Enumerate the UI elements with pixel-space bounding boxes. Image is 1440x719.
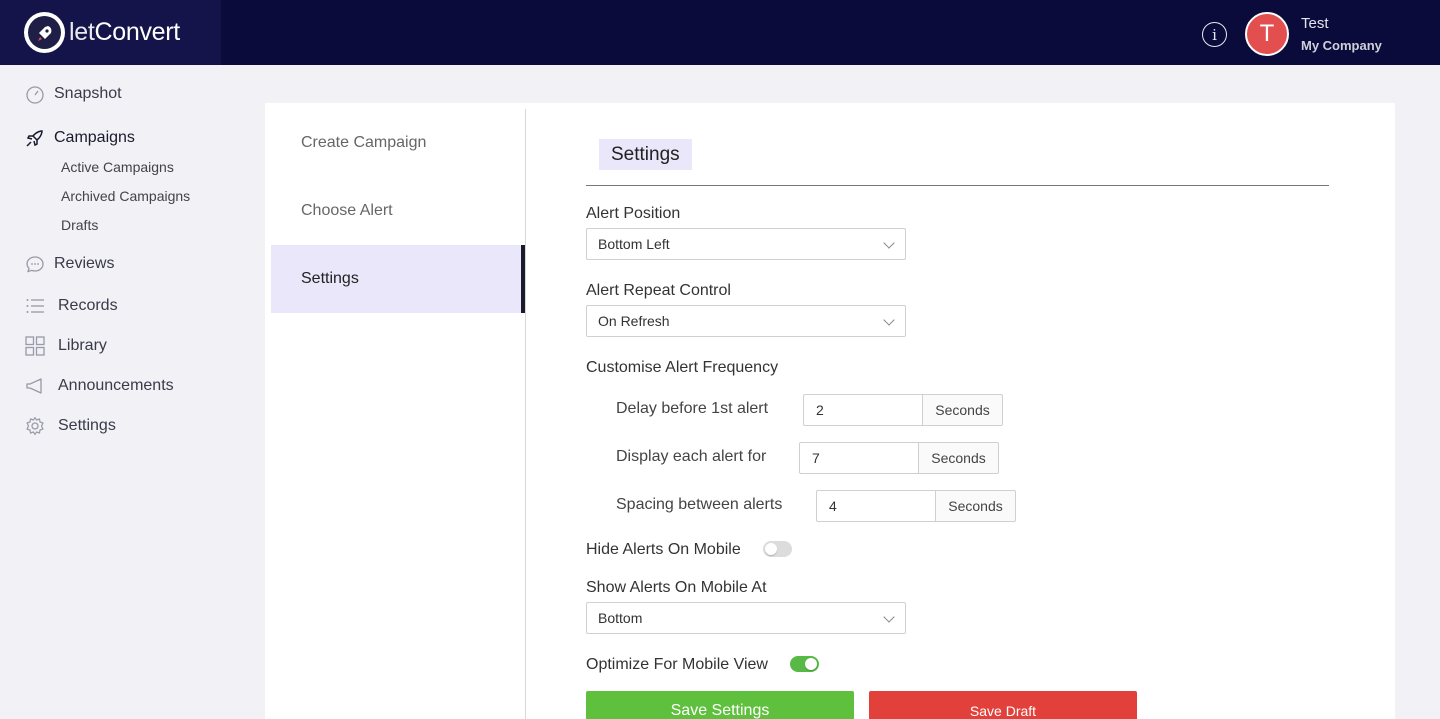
- alert-frequency-label: Customise Alert Frequency: [586, 359, 779, 376]
- brand-name-light: let: [69, 18, 95, 46]
- alert-position-value: Bottom Left: [598, 236, 670, 252]
- step-choose-alert[interactable]: Choose Alert: [271, 177, 526, 245]
- sidebar-item-label: Library: [58, 337, 107, 354]
- sidebar-subitem-active-campaigns[interactable]: Active Campaigns: [61, 159, 174, 175]
- sidebar-subitem-drafts[interactable]: Drafts: [61, 217, 98, 233]
- title-divider: [586, 185, 1329, 186]
- sidebar-item-label: Records: [58, 297, 118, 314]
- spacing-input[interactable]: 4: [816, 490, 936, 522]
- delay-input[interactable]: 2: [803, 394, 923, 426]
- delay-label: Delay before 1st alert: [616, 400, 769, 417]
- grid-icon: [24, 335, 46, 357]
- delay-field: 2 Seconds: [803, 394, 1003, 426]
- toggle-knob: [805, 658, 817, 670]
- rocket-logo-icon: [37, 25, 51, 41]
- brand-name: letConvert: [69, 18, 180, 47]
- chevron-down-icon: [883, 611, 895, 623]
- save-settings-button[interactable]: Save Settings: [586, 691, 854, 719]
- sidebar-subitem-archived-campaigns[interactable]: Archived Campaigns: [61, 188, 190, 204]
- user-company[interactable]: My Company: [1301, 38, 1382, 53]
- list-icon: [24, 295, 46, 317]
- divider: [525, 109, 526, 719]
- sidebar-item-label: Announcements: [58, 377, 174, 394]
- rocket-icon: [24, 127, 46, 149]
- step-create-campaign[interactable]: Create Campaign: [271, 109, 526, 177]
- display-field: 7 Seconds: [799, 442, 999, 474]
- save-draft-button[interactable]: Save Draft: [869, 691, 1137, 719]
- toggle-knob: [765, 543, 777, 555]
- hide-mobile-toggle[interactable]: [763, 541, 792, 557]
- sidebar-item-reviews[interactable]: Reviews: [24, 253, 114, 275]
- display-label: Display each alert for: [616, 448, 767, 465]
- info-icon[interactable]: i: [1202, 22, 1227, 47]
- sidebar-item-campaigns[interactable]: Campaigns: [24, 127, 135, 149]
- user-name[interactable]: Test: [1301, 15, 1329, 32]
- display-unit: Seconds: [919, 442, 999, 474]
- sidebar-item-settings[interactable]: Settings: [24, 415, 116, 437]
- sidebar-item-library[interactable]: Library: [24, 335, 107, 357]
- alert-position-label: Alert Position: [586, 205, 681, 222]
- show-mobile-at-value: Bottom: [598, 610, 643, 626]
- sidebar-item-label: Settings: [58, 417, 116, 434]
- alert-repeat-value: On Refresh: [598, 313, 670, 329]
- alert-repeat-label: Alert Repeat Control: [586, 282, 731, 299]
- top-bar: letConvert i T Test My Company: [0, 0, 1440, 65]
- show-mobile-at-select[interactable]: Bottom: [586, 602, 906, 634]
- optimize-mobile-label: Optimize For Mobile View: [586, 656, 768, 673]
- sidebar-item-records[interactable]: Records: [24, 295, 118, 317]
- display-input[interactable]: 7: [799, 442, 919, 474]
- gear-icon: [24, 415, 46, 437]
- step-settings[interactable]: Settings: [271, 245, 526, 313]
- sidebar-item-label: Reviews: [54, 255, 115, 272]
- brand-logo: [24, 12, 65, 53]
- optimize-mobile-toggle[interactable]: [790, 656, 819, 672]
- spacing-field: 4 Seconds: [816, 490, 1016, 522]
- sidebar-item-snapshot[interactable]: Snapshot: [24, 83, 122, 105]
- chevron-down-icon: [883, 314, 895, 326]
- avatar[interactable]: T: [1245, 12, 1289, 56]
- gauge-icon: [24, 83, 46, 105]
- spacing-label: Spacing between alerts: [616, 496, 783, 513]
- alert-position-select[interactable]: Bottom Left: [586, 228, 906, 260]
- megaphone-icon: [24, 375, 46, 397]
- step-nav: Create Campaign Choose Alert Settings: [271, 109, 526, 313]
- spacing-unit: Seconds: [936, 490, 1016, 522]
- brand[interactable]: letConvert: [0, 0, 221, 65]
- sidebar-item-label: Campaigns: [54, 129, 135, 146]
- delay-unit: Seconds: [923, 394, 1003, 426]
- chat-bubble-icon: [24, 253, 46, 275]
- sidebar-item-announcements[interactable]: Announcements: [24, 375, 174, 397]
- sidebar-item-label: Snapshot: [54, 85, 122, 102]
- hide-mobile-label: Hide Alerts On Mobile: [586, 541, 741, 558]
- page-title: Settings: [599, 139, 692, 170]
- campaign-settings-card: Create Campaign Choose Alert Settings Se…: [265, 103, 1395, 719]
- chevron-down-icon: [883, 237, 895, 249]
- brand-name-bold: Convert: [94, 18, 181, 46]
- alert-repeat-select[interactable]: On Refresh: [586, 305, 906, 337]
- show-mobile-at-label: Show Alerts On Mobile At: [586, 579, 767, 596]
